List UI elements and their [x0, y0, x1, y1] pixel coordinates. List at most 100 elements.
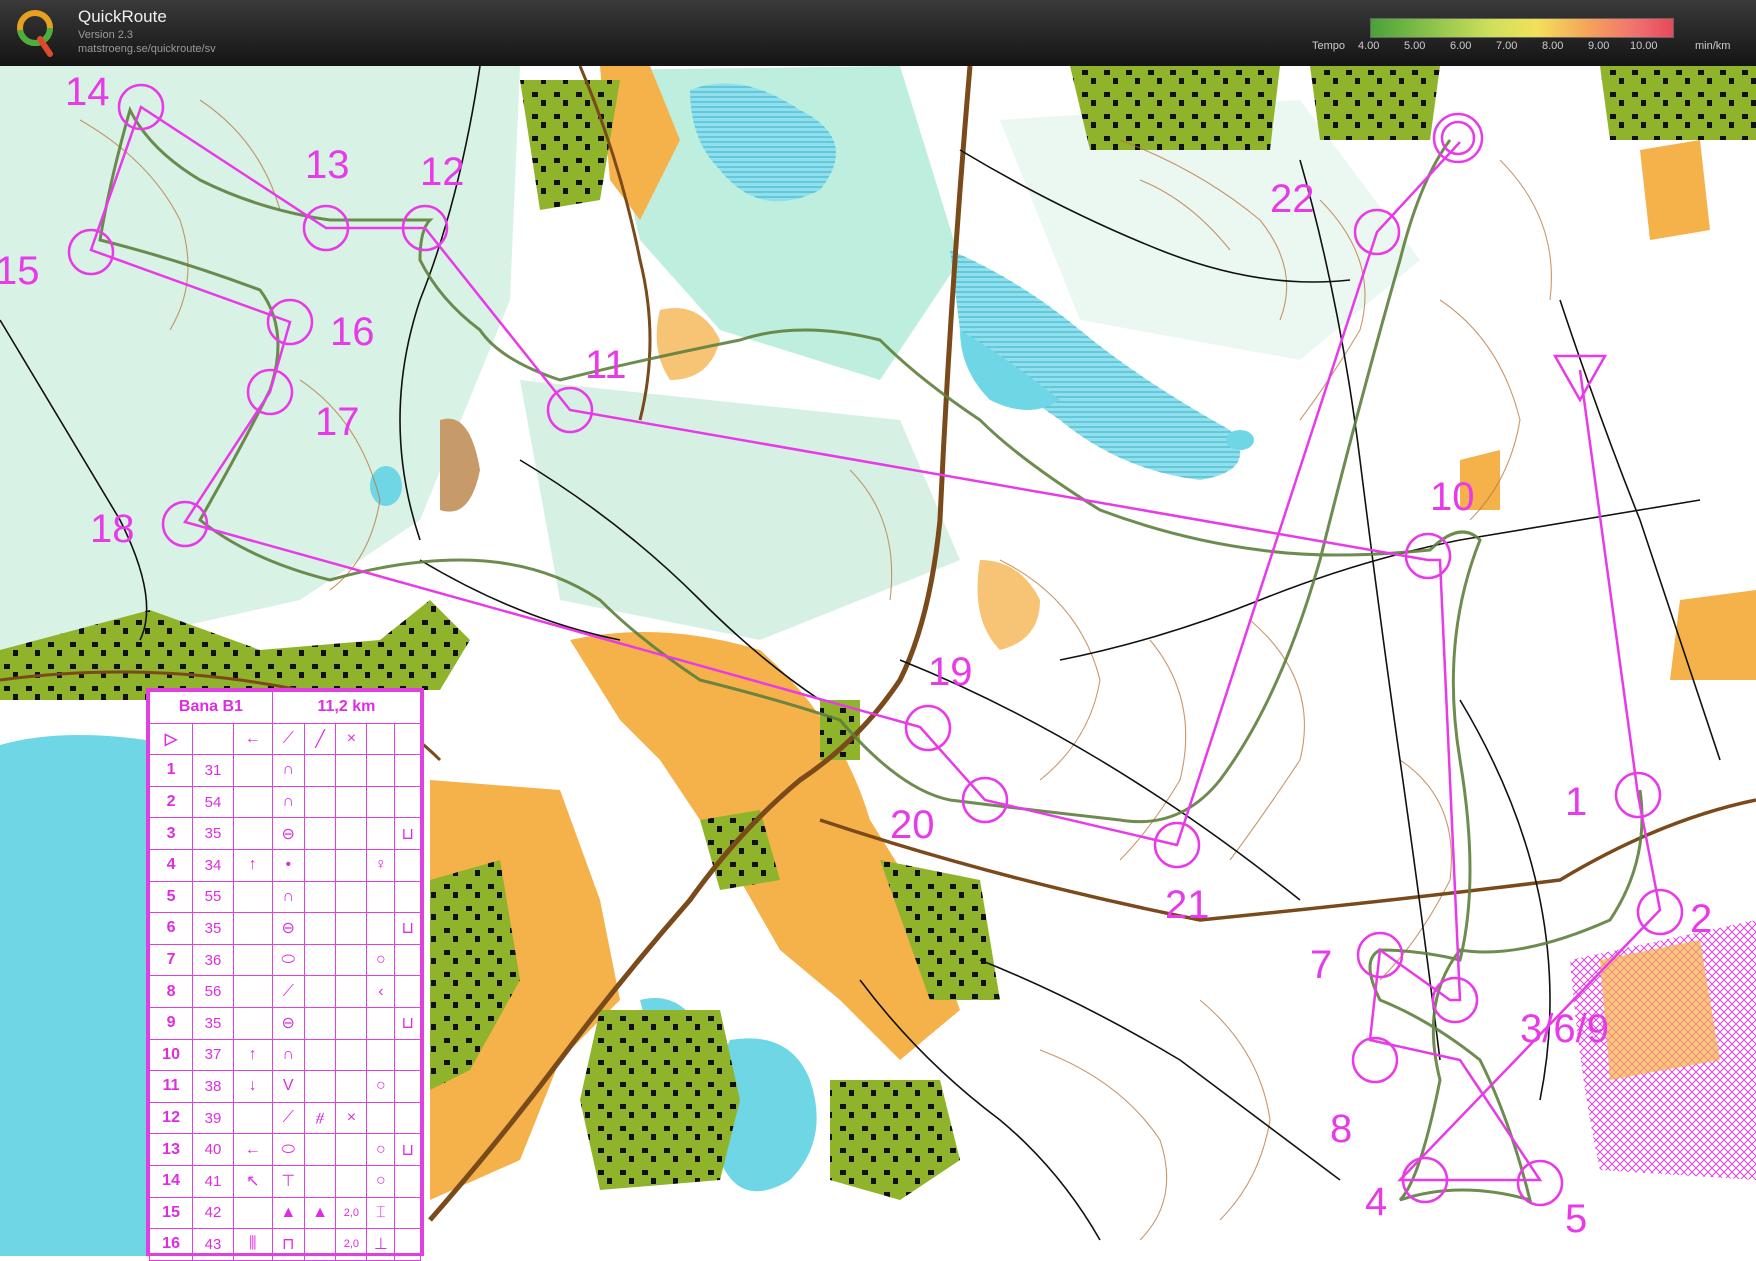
control-symbol [335, 1070, 368, 1103]
control-symbol [335, 975, 368, 1008]
control-code: 35 [192, 817, 234, 850]
control-number: 14 [148, 1164, 194, 1198]
control-symbol: ○ [366, 1070, 396, 1103]
control-label: 3/6/9 [1520, 1007, 1609, 1051]
tempo-tick: 10.00 [1630, 40, 1658, 52]
settlement [580, 1010, 740, 1190]
app-title: QuickRoute [78, 7, 167, 26]
control-symbol [232, 880, 273, 914]
control-number: 12 [148, 1101, 194, 1135]
control-symbol [303, 1006, 337, 1040]
control-symbol: ∩ [271, 1038, 305, 1072]
control-symbol: ⊓ [271, 1228, 305, 1261]
control-label: 7 [1310, 943, 1332, 987]
control-symbol: ○ [366, 1164, 396, 1198]
tempo-color-scale [1370, 18, 1674, 38]
control-code: 41 [192, 1164, 234, 1198]
open-land [1670, 590, 1756, 680]
control-number: 11 [148, 1070, 194, 1103]
control-number: 3 [148, 817, 194, 850]
card-control-row: 2 54 ∩ [148, 785, 421, 819]
control-code: 54 [192, 785, 234, 819]
control-symbol [232, 943, 273, 977]
control-label: 14 [65, 70, 110, 114]
control-symbol [335, 912, 368, 945]
control-code [192, 722, 234, 756]
control-symbol [366, 912, 396, 945]
control-symbol [335, 1006, 368, 1040]
control-symbol: ∩ [271, 880, 305, 914]
control-symbol: ⊤ [271, 1164, 305, 1198]
control-symbol [335, 1038, 368, 1072]
control-symbol: ⊖ [271, 1006, 305, 1040]
control-symbol [232, 1101, 273, 1135]
control-symbol: ⟋ [271, 1101, 305, 1135]
card-control-row: 6 35 ⊖ ⊔ [148, 912, 421, 945]
control-symbol [303, 880, 337, 914]
card-control-row: 10 37 ↑ ∩ [148, 1038, 421, 1072]
lake [0, 735, 146, 1256]
control-symbol: ⫼ [232, 1228, 273, 1261]
control-code: 38 [192, 1070, 234, 1103]
app-url[interactable]: matstroeng.se/quickroute/sv [78, 43, 216, 55]
control-code: 31 [192, 754, 234, 787]
card-start-row: ▷ ← ⟋ ╱ × [148, 722, 421, 756]
tempo-legend-unit: min/km [1695, 40, 1731, 52]
control-symbol: ♀ [366, 848, 396, 882]
control-symbol [303, 1038, 337, 1072]
control-number: 13 [148, 1133, 194, 1166]
control-symbol [366, 1006, 396, 1040]
tempo-legend-label: Tempo [1312, 40, 1346, 52]
card-control-row: 8 56 ⟋ ‹ [148, 975, 421, 1008]
control-symbol: ⊖ [271, 817, 305, 850]
control-label: 4 [1365, 1180, 1387, 1224]
control-number: 15 [148, 1196, 194, 1230]
control-label: 16 [330, 310, 375, 354]
course-length: 11,2 km [271, 691, 422, 724]
control-symbol: ↑ [232, 848, 273, 882]
control-label: 21 [1165, 883, 1210, 927]
control-symbol: ∩ [271, 754, 305, 787]
open-land [1640, 140, 1710, 240]
control-symbol [394, 1228, 421, 1261]
control-symbol [303, 975, 337, 1008]
control-label: 11 [585, 343, 627, 387]
control-symbol: ↖ [232, 1164, 273, 1198]
control-number: 10 [148, 1038, 194, 1072]
control-label: 20 [890, 803, 935, 847]
control-symbol [335, 943, 368, 977]
control-symbol [394, 1070, 421, 1103]
control-code: 35 [192, 912, 234, 945]
control-symbol [366, 1101, 396, 1135]
control-symbol: ⊖ [271, 912, 305, 945]
card-control-row: 9 35 ⊖ ⊔ [148, 1006, 421, 1040]
control-number: 9 [148, 1006, 194, 1040]
control-symbol [366, 817, 396, 850]
app-version: Version 2.3 [78, 29, 134, 41]
control-symbol: ▲ [271, 1196, 305, 1230]
quickroute-logo-icon [17, 10, 53, 57]
tempo-tick: 9.00 [1588, 40, 1610, 52]
control-symbol: ⬭ [271, 1133, 305, 1166]
card-control-row: 14 41 ↖ ⊤ ○ [148, 1164, 421, 1198]
settlement [1070, 66, 1280, 150]
control-symbol [366, 754, 396, 787]
control-symbol [366, 785, 396, 819]
control-symbol: ‹ [366, 975, 396, 1008]
control-symbol [303, 848, 337, 882]
control-symbol [232, 817, 273, 850]
control-label: 22 [1270, 177, 1315, 221]
control-symbol: × [335, 1101, 368, 1135]
control-symbol [394, 880, 421, 914]
control-symbol [335, 817, 368, 850]
control-code: 40 [192, 1133, 234, 1166]
control-symbol [394, 754, 421, 787]
control-number: 4 [148, 848, 194, 882]
control-symbol [394, 722, 421, 756]
control-symbol: 2,0 [335, 1228, 368, 1261]
pond [1226, 430, 1254, 450]
card-control-row: 16 43 ⫼ ⊓ 2,0 ⊥ [148, 1228, 421, 1261]
control-symbol: ← [232, 1133, 273, 1166]
control-symbol [335, 848, 368, 882]
app-header: QuickRoute Version 2.3 matstroeng.se/qui… [0, 0, 1756, 66]
